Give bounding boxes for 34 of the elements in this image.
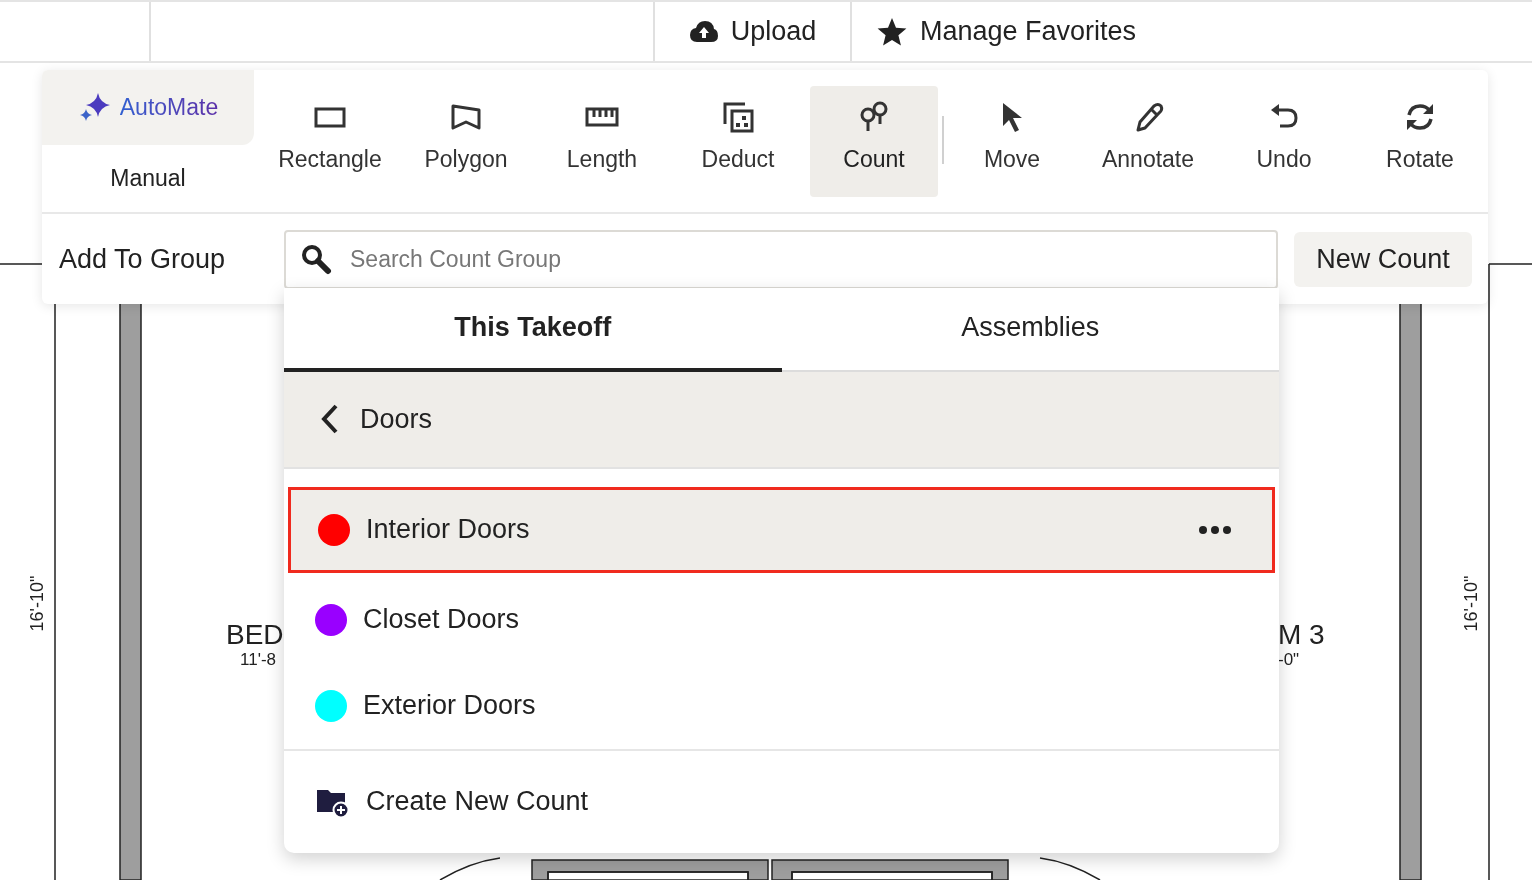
item-label: Closet Doors	[363, 603, 521, 637]
create-count-button[interactable]: Create New Count	[284, 748, 1279, 853]
count-group-item[interactable]: Closet Doors	[288, 576, 1275, 663]
plan-label: M 3	[1278, 620, 1325, 650]
overlapping-squares-icon	[721, 100, 755, 134]
plan-label: BED	[226, 620, 284, 650]
upload-button[interactable]: Upload	[655, 2, 852, 61]
favorites-button[interactable]: Manage Favorites	[852, 2, 1161, 61]
search-field[interactable]: Search Count Group	[284, 229, 1278, 289]
item-label: Exterior Doors	[363, 689, 537, 723]
dropdown-tab[interactable]: Assemblies	[781, 287, 1279, 372]
tool-button[interactable]: Rectangle	[266, 86, 394, 197]
group-label: Add To Group	[58, 242, 227, 276]
item-label: Interior Doors	[366, 513, 531, 547]
count-group-item[interactable]: Interior Doors	[288, 486, 1275, 573]
count-group-item[interactable]: Exterior Doors	[288, 662, 1275, 749]
tool-button[interactable]: Undo	[1220, 86, 1348, 197]
tool-button[interactable]: Count	[810, 86, 938, 197]
search-icon	[300, 242, 332, 275]
mode-tab[interactable]: AutoMate	[42, 70, 254, 145]
more-icon[interactable]	[1198, 524, 1232, 535]
tool-button[interactable]: Length	[538, 86, 666, 197]
tool-button[interactable]: Rotate	[1356, 86, 1484, 197]
back-row[interactable]: Doors	[284, 371, 1279, 469]
plan-label: -0"	[1278, 651, 1300, 669]
tool-button[interactable]: Polygon	[402, 86, 530, 197]
tool-button[interactable]: Annotate	[1084, 86, 1212, 197]
plan-label: 11'-8	[240, 651, 276, 669]
plan-label: 16'-10"	[26, 575, 49, 632]
plan-label: 16'-10"	[1460, 575, 1483, 632]
cloud-upload-icon	[688, 19, 719, 44]
new-count-button[interactable]: New Count	[1294, 231, 1472, 287]
tool-button[interactable]: Deduct	[674, 86, 802, 197]
tool-button[interactable]: Move	[948, 86, 1076, 197]
